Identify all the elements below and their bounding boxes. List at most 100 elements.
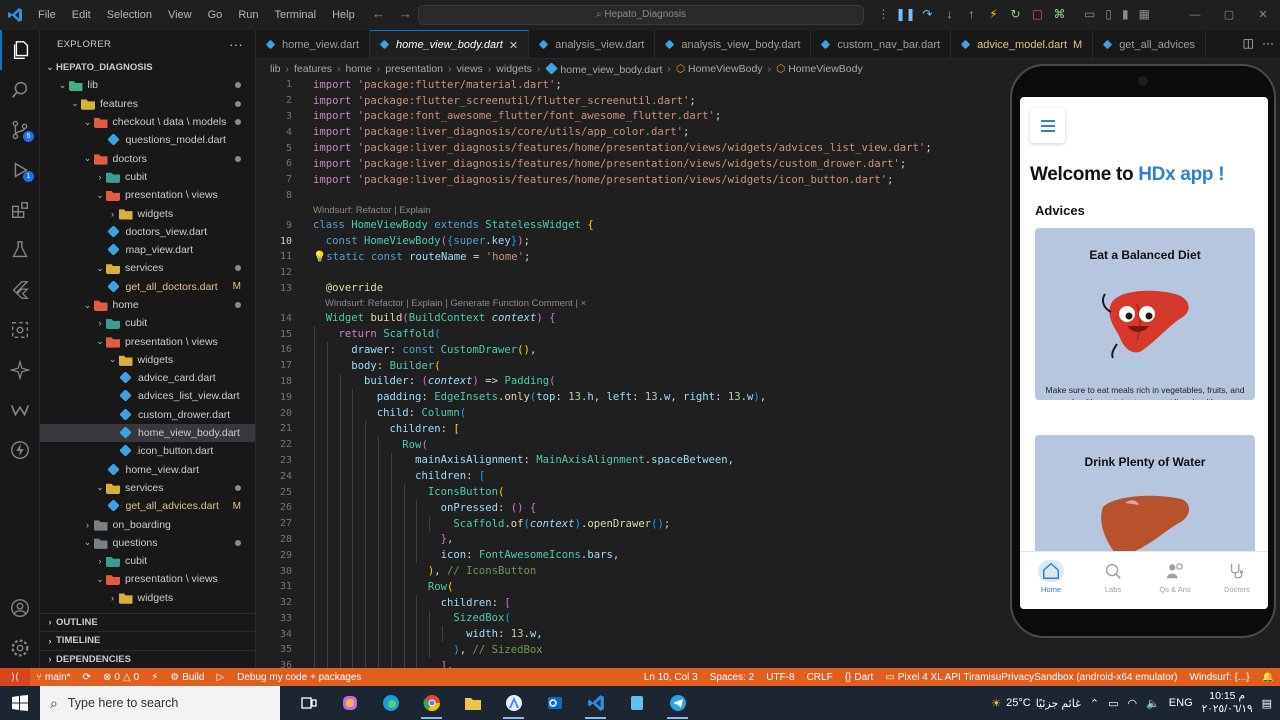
encoding[interactable]: UTF-8 [760,672,800,683]
cursor-position[interactable]: Ln 10, Col 3 [638,672,704,683]
back-arrow-icon[interactable]: ← [372,6,385,21]
windsurf-activity[interactable] [0,390,40,430]
menu-run[interactable]: Run [230,0,266,30]
pause-icon[interactable]: ❚❚ [895,7,915,22]
device-selector[interactable]: ▭ Pixel 4 XL API TiramisuPrivacySandbox (… [879,672,1183,683]
breadcrumb-item[interactable]: home [345,63,371,75]
menu-view[interactable]: View [160,0,200,30]
nav-labs[interactable]: Labs [1085,560,1141,594]
copilot-icon[interactable] [329,686,370,720]
advice-card[interactable]: Eat a Balanced Diet Make sure to eat mea… [1035,228,1255,400]
file-item[interactable]: get_all_doctors.dart M [40,278,255,296]
notification-center-icon[interactable]: ▤ [1262,697,1272,710]
search-activity[interactable] [0,70,40,110]
file-item[interactable]: advices_list_view.dart [40,387,255,405]
breadcrumb-item[interactable]: ⬡ HomeViewBody [776,63,863,75]
ports-icon[interactable]: ⚡ [145,672,164,683]
indentation[interactable]: Spaces: 2 [704,672,760,683]
testing-activity[interactable] [0,230,40,270]
explorer-activity[interactable] [0,30,40,70]
editor-tab[interactable]: advice_model.dart M [951,30,1094,58]
project-root[interactable]: ⌄ HEPATO_DIAGNOSIS [40,58,255,76]
accounts-activity[interactable] [0,588,40,628]
editor-tab[interactable]: get_all_advices [1093,30,1207,58]
taskbar-search[interactable]: ⌕ Type here to search [40,686,280,720]
toggle-sidebar-icon[interactable]: ▯ [1105,7,1112,21]
devtools-icon[interactable]: ⌘ [1052,7,1067,22]
more-actions-icon[interactable]: ··· [1262,36,1274,50]
extensions-activity[interactable] [0,190,40,230]
folder-item[interactable]: ⌄ lib [40,76,255,94]
tray-overflow-icon[interactable]: ⌃ [1090,697,1099,710]
file-explorer-icon[interactable] [452,686,493,720]
file-item[interactable]: home_view_body.dart [40,423,255,443]
line-ending[interactable]: CRLF [801,672,839,683]
language-mode[interactable]: {} Dart [839,672,880,683]
drawer-menu-button[interactable] [1030,108,1065,143]
nav-doctors[interactable]: Doctors [1209,560,1265,594]
build-button[interactable]: ⚙ Build [164,672,210,683]
notifications-icon[interactable]: 🔔 [1256,672,1280,683]
command-center-search[interactable]: ⌕ Hepato_Diagnosis [418,5,864,25]
android-studio-icon[interactable] [493,686,534,720]
breadcrumb-item[interactable]: home_view_body.dart [545,63,662,76]
folder-item[interactable]: › widgets [40,204,255,222]
clock[interactable]: 10:15 م ٢٠٢٥/٠٦/١٩ [1202,690,1253,716]
menu-edit[interactable]: Edit [64,0,99,30]
editor-tab[interactable]: custom_nav_bar.dart [811,30,952,58]
notepad-icon[interactable] [616,686,657,720]
folder-item[interactable]: ⌄ presentation \ views [40,570,255,588]
more-actions-icon[interactable]: ··· [229,37,243,52]
language-indicator[interactable]: ENG [1169,697,1193,709]
task-view-icon[interactable] [288,686,329,720]
folder-item[interactable]: ⌄ home [40,296,255,314]
file-item[interactable]: doctors_view.dart [40,223,255,241]
section-timeline[interactable]: › TIMELINE [40,631,255,650]
folder-item[interactable]: ⌄ presentation \ views [40,332,255,350]
windsurf-status[interactable]: Windsurf: {...} [1184,672,1256,683]
file-item[interactable]: map_view.dart [40,241,255,259]
file-item[interactable]: questions_model.dart [40,131,255,149]
start-button[interactable] [0,686,40,720]
vscode-icon[interactable] [575,686,616,720]
folder-item[interactable]: ⌄ widgets [40,351,255,369]
editor-tab[interactable]: home_view.dart [256,30,371,58]
menu-selection[interactable]: Selection [99,0,160,30]
code-editor[interactable]: 1 import 'package:flutter/material.dart';… [256,77,1016,668]
toggle-secondary-sidebar-icon[interactable]: ▮ [1122,7,1129,21]
folder-item[interactable]: › widgets [40,589,255,607]
remote-icon[interactable]: ⟩⟨ [0,668,30,686]
codelens[interactable]: Windsurf: Refactor | Explain [256,203,1016,217]
file-item[interactable]: home_view.dart [40,461,255,479]
file-item[interactable]: custom_drower.dart [40,406,255,424]
remote-explorer-activity[interactable] [0,310,40,350]
hot-reload-icon[interactable]: ⚡ [986,7,1001,22]
split-editor-icon[interactable]: ◫ [1243,36,1254,50]
section-outline[interactable]: › OUTLINE [40,612,255,632]
editor-tab[interactable]: analysis_view_body.dart [655,30,812,58]
source-control-activity[interactable]: 5 [0,110,40,150]
file-item[interactable]: get_all_advices.dart M [40,497,255,515]
file-item[interactable]: advice_card.dart [40,369,255,387]
folder-item[interactable]: ⌄ checkout \ data \ models [40,113,255,131]
forward-arrow-icon[interactable]: → [399,6,412,21]
folder-item[interactable]: ⌄ questions [40,534,255,552]
breadcrumb-item[interactable]: lib [270,63,281,75]
breadcrumb-item[interactable]: features [294,63,332,75]
breadcrumb-item[interactable]: ⬡ HomeViewBody [676,63,763,75]
weather-widget[interactable]: ☀ 25°C غائم جزئيًا [991,697,1081,710]
breadcrumb-item[interactable]: views [457,63,483,75]
minimize-icon[interactable]: — [1178,0,1212,30]
battery-icon[interactable]: ▭ [1108,697,1118,710]
close-window-icon[interactable]: ✕ [1246,0,1280,30]
folder-item[interactable]: › cubit [40,168,255,186]
breadcrumb-item[interactable]: presentation [385,63,443,75]
editor-tab[interactable]: home_view_body.dart ✕ [370,30,530,58]
folder-item[interactable]: › cubit [40,314,255,332]
telegram-icon[interactable] [657,686,698,720]
maximize-icon[interactable]: ▢ [1212,0,1246,30]
stop-icon[interactable]: ▢ [1030,7,1045,22]
advice-card[interactable]: Drink Plenty of Water [1035,435,1255,565]
menu-go[interactable]: Go [200,0,231,30]
codelens[interactable]: Windsurf: Refactor | Explain | Generate … [256,296,1016,310]
